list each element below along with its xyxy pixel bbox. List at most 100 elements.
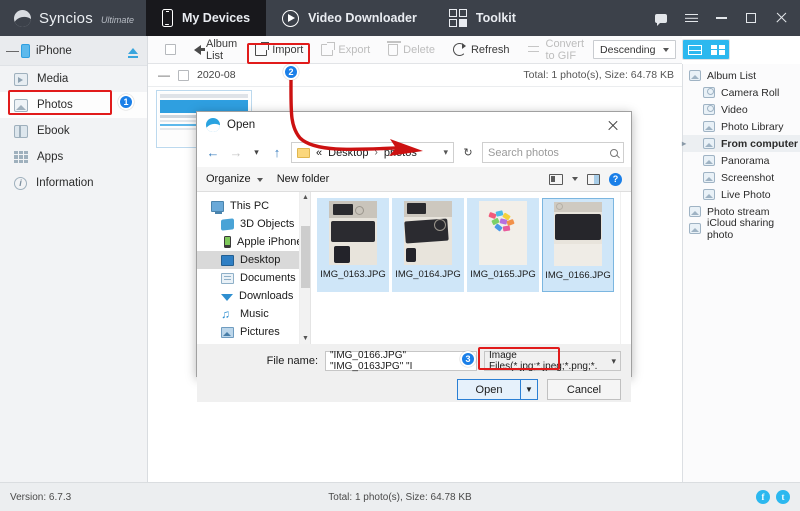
chevron-down-icon[interactable]: ▾ bbox=[443, 147, 448, 158]
tab-toolkit[interactable]: Toolkit bbox=[433, 0, 532, 36]
view-toggle-group bbox=[682, 39, 731, 60]
organize-button[interactable]: Organize bbox=[206, 173, 263, 185]
device-collapse-toggle[interactable]: — bbox=[6, 43, 19, 58]
file-name-input[interactable]: "IMG_0166.JPG" "IMG_0163JPG" "I ▾ bbox=[325, 350, 477, 372]
album-icon bbox=[703, 155, 715, 166]
annotation-badge-1: 1 bbox=[118, 94, 134, 110]
file-item[interactable]: IMG_0165.JPG bbox=[467, 198, 539, 292]
file-item[interactable]: IMG_0163.JPG bbox=[317, 198, 389, 292]
breadcrumb-segment-photos[interactable]: photos bbox=[384, 147, 417, 159]
eject-icon[interactable] bbox=[128, 47, 138, 58]
chevron-down-icon[interactable] bbox=[572, 177, 578, 181]
tab-my-devices[interactable]: My Devices bbox=[145, 0, 267, 36]
dialog-close-button[interactable] bbox=[599, 113, 625, 137]
apple-iphone-icon bbox=[224, 236, 231, 248]
recent-locations-button[interactable]: ▾ bbox=[250, 143, 263, 163]
scroll-up-icon[interactable]: ▲ bbox=[300, 192, 311, 203]
up-button[interactable]: ↑ bbox=[268, 143, 286, 163]
maximize-button[interactable] bbox=[736, 0, 766, 36]
album-item-live-photo[interactable]: Live Photo bbox=[683, 186, 800, 203]
album-item-camera-roll[interactable]: Camera Roll bbox=[683, 84, 800, 101]
twitter-icon[interactable]: t bbox=[776, 490, 790, 504]
file-name-label: IMG_0164.JPG bbox=[395, 269, 461, 280]
sidebar-item-information[interactable]: i Information bbox=[0, 170, 147, 196]
album-item-panorama[interactable]: Panorama bbox=[683, 152, 800, 169]
group-collapse-toggle[interactable]: — bbox=[158, 68, 170, 82]
sort-order-select[interactable]: Descending bbox=[593, 40, 677, 59]
select-all-checkbox[interactable] bbox=[156, 36, 185, 64]
scroll-down-icon[interactable]: ▼ bbox=[300, 333, 311, 344]
file-item[interactable]: IMG_0166.JPG bbox=[542, 198, 614, 292]
album-item-album-list[interactable]: Album List bbox=[683, 67, 800, 84]
file-name-label: IMG_0165.JPG bbox=[470, 269, 536, 280]
sidebar-item-media[interactable]: Media bbox=[0, 66, 147, 92]
dialog-title: Open bbox=[227, 119, 256, 131]
open-dropdown-arrow-icon[interactable]: ▼ bbox=[521, 380, 537, 399]
preview-pane-icon[interactable] bbox=[587, 173, 600, 185]
tree-item-this-pc[interactable]: This PC bbox=[197, 197, 310, 215]
refresh-button[interactable]: Refresh bbox=[444, 36, 519, 64]
file-item[interactable]: IMG_0164.JPG bbox=[392, 198, 464, 292]
file-type-select[interactable]: Image Files(*.jpg;*.jpeg;*.png;*. ▾ bbox=[484, 350, 621, 372]
album-label: Camera Roll bbox=[721, 86, 780, 99]
menu-button[interactable] bbox=[676, 0, 706, 36]
convert-to-gif-button[interactable]: Convert to GIF bbox=[519, 36, 594, 64]
album-icon bbox=[703, 172, 715, 183]
album-item-icloud-sharing-photo[interactable]: iCloud sharing photo bbox=[683, 217, 800, 241]
tree-item-apple-iphone[interactable]: Apple iPhone bbox=[197, 233, 310, 251]
breadcrumb-segment-desktop[interactable]: Desktop bbox=[328, 147, 368, 159]
album-list-button[interactable]: Album List bbox=[185, 36, 246, 64]
file-thumbnail bbox=[479, 201, 527, 265]
chat-button[interactable] bbox=[646, 0, 676, 36]
dialog-footer: File name: "IMG_0166.JPG" "IMG_0163JPG" … bbox=[197, 344, 631, 402]
tab-video-downloader[interactable]: Video Downloader bbox=[266, 0, 433, 36]
breadcrumb[interactable]: « Desktop › photos ▾ bbox=[291, 142, 454, 163]
back-button[interactable]: ← bbox=[204, 143, 222, 163]
import-button[interactable]: Import bbox=[246, 36, 312, 64]
tree-item-music[interactable]: ♫ Music bbox=[197, 305, 310, 323]
tree-scrollbar[interactable]: ▲ ▼ bbox=[299, 192, 310, 344]
sidebar-item-ebook-label: Ebook bbox=[37, 125, 70, 137]
apps-icon bbox=[14, 150, 28, 164]
forward-button[interactable]: → bbox=[227, 143, 245, 163]
tree-item-3d-objects[interactable]: 3D Objects bbox=[197, 215, 310, 233]
close-button[interactable] bbox=[766, 0, 796, 36]
refresh-icon[interactable]: ↻ bbox=[459, 142, 477, 163]
window-controls bbox=[646, 0, 800, 36]
facebook-icon[interactable]: f bbox=[756, 490, 770, 504]
file-name-label: IMG_0166.JPG bbox=[545, 270, 611, 281]
album-item-from-computer[interactable]: ▸ From computer bbox=[682, 135, 800, 152]
cancel-button[interactable]: Cancel bbox=[547, 379, 621, 400]
group-total-label: Total: 1 photo(s), Size: 64.78 KB bbox=[523, 69, 674, 81]
tree-item-documents[interactable]: Documents bbox=[197, 269, 310, 287]
export-button[interactable]: Export bbox=[312, 36, 379, 64]
delete-button[interactable]: Delete bbox=[379, 36, 444, 64]
album-item-video[interactable]: Video bbox=[683, 101, 800, 118]
minimize-button[interactable] bbox=[706, 0, 736, 36]
file-list-scrollbar[interactable] bbox=[620, 192, 631, 344]
chevron-down-icon[interactable]: ▾ bbox=[611, 356, 616, 367]
brand-edition: Ultimate bbox=[100, 15, 134, 25]
help-icon[interactable]: ? bbox=[609, 172, 622, 186]
play-circle-icon bbox=[282, 9, 300, 27]
album-item-photo-library[interactable]: Photo Library bbox=[683, 118, 800, 135]
open-button[interactable]: Open ▼ bbox=[457, 379, 538, 400]
tree-item-downloads[interactable]: Downloads bbox=[197, 287, 310, 305]
album-item-screenshot[interactable]: Screenshot bbox=[683, 169, 800, 186]
view-list-button[interactable] bbox=[683, 40, 707, 59]
tree-item-pictures[interactable]: Pictures bbox=[197, 323, 310, 341]
breadcrumb-separator: › bbox=[374, 147, 378, 158]
tree-item-desktop[interactable]: Desktop bbox=[197, 251, 310, 269]
change-view-icon[interactable] bbox=[549, 173, 563, 185]
device-row[interactable]: — iPhone bbox=[0, 36, 147, 66]
close-icon bbox=[607, 120, 618, 131]
group-checkbox[interactable] bbox=[178, 69, 189, 81]
new-folder-button[interactable]: New folder bbox=[277, 173, 330, 185]
annotation-badge-2: 2 bbox=[283, 64, 299, 80]
sidebar-item-ebook[interactable]: Ebook bbox=[0, 118, 147, 144]
search-input[interactable]: Search photos bbox=[482, 142, 624, 163]
view-grid-button[interactable] bbox=[706, 40, 730, 59]
scrollbar-thumb[interactable] bbox=[301, 226, 310, 288]
album-icon bbox=[689, 70, 701, 81]
sidebar-item-apps[interactable]: Apps bbox=[0, 144, 147, 170]
